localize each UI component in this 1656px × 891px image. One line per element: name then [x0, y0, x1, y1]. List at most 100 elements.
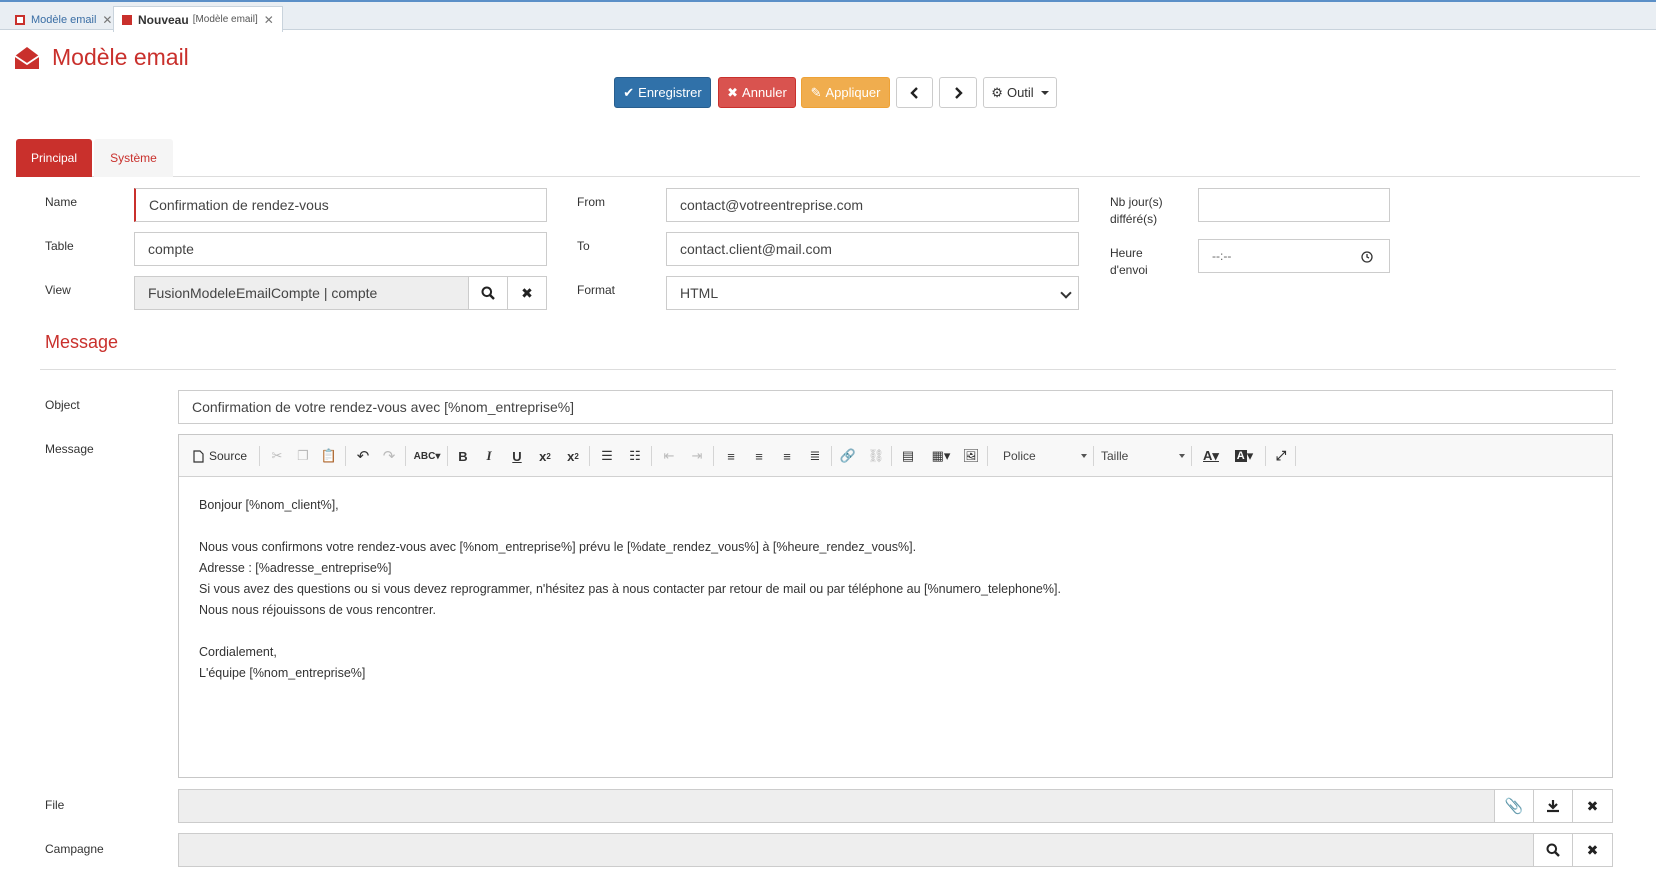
message-section-title: Message	[45, 332, 119, 352]
align-center-icon[interactable]: ≡	[749, 445, 769, 467]
toolbar-separator	[589, 446, 590, 466]
background-color-icon[interactable]: A ▾	[1229, 445, 1259, 467]
message-line: Bonjour [%nom_client%],	[199, 498, 339, 512]
toolbar-separator	[831, 446, 832, 466]
toolbar-separator	[987, 446, 988, 466]
spellcheck-icon[interactable]: ABC▾	[413, 445, 441, 467]
tab-systeme[interactable]: Système	[94, 139, 173, 177]
bold-icon[interactable]: B	[453, 445, 473, 467]
font-family-label: Police	[1003, 449, 1036, 463]
bullet-list-icon[interactable]: ☷	[625, 445, 645, 467]
clear-file-button[interactable]: ✖	[1572, 789, 1613, 823]
delay-label: Nb jour(s) différé(s)	[1110, 194, 1163, 228]
window-tab-modele-email[interactable]: Modèle email ✕	[6, 6, 121, 32]
delay-days-field[interactable]	[1198, 188, 1390, 222]
campaign-field[interactable]	[178, 833, 1534, 867]
edit-icon: ✎	[810, 84, 822, 100]
redo-icon[interactable]: ↷	[379, 445, 399, 467]
close-icon[interactable]: ✕	[264, 13, 274, 27]
format-select[interactable]: HTML	[666, 276, 1079, 310]
image-icon[interactable]: 🖼	[961, 445, 981, 467]
download-icon	[1547, 800, 1559, 813]
close-icon[interactable]: ✕	[102, 13, 112, 27]
message-label: Message	[45, 442, 94, 456]
font-size-select[interactable]: Taille	[1097, 445, 1187, 467]
font-family-select[interactable]: Police	[999, 445, 1089, 467]
to-field[interactable]: contact.client@mail.com	[666, 232, 1079, 266]
envelope-open-icon	[14, 47, 40, 69]
window-tab-nouveau[interactable]: Nouveau [Modèle email] ✕	[113, 6, 283, 32]
from-label: From	[577, 195, 605, 209]
toolbar-separator	[1295, 446, 1296, 466]
campaign-clear-button[interactable]: ✖	[1572, 833, 1613, 867]
subscript-icon[interactable]: x2	[535, 445, 555, 467]
cut-icon[interactable]: ✂	[267, 445, 287, 467]
tool-dropdown-button[interactable]: ⚙ Outil	[983, 77, 1057, 108]
clock-icon[interactable]	[1361, 251, 1373, 263]
attach-file-button[interactable]: 📎	[1494, 789, 1534, 823]
message-line: Si vous avez des questions ou si vous de…	[199, 582, 1061, 596]
unlink-icon[interactable]: ⛓	[865, 445, 887, 467]
toolbar-separator	[1093, 446, 1094, 466]
undo-icon[interactable]: ↶	[353, 445, 373, 467]
toolbar-separator	[651, 446, 652, 466]
message-line: Nous nous réjouissons de vous rencontrer…	[199, 603, 436, 617]
chevron-left-icon	[909, 86, 918, 99]
table-icon[interactable]: ▦▾	[927, 445, 955, 467]
object-label: Object	[45, 398, 80, 412]
italic-icon[interactable]: I	[479, 445, 499, 467]
campaign-search-button[interactable]	[1533, 833, 1573, 867]
toolbar-separator	[1191, 446, 1192, 466]
superscript-icon[interactable]: x2	[563, 445, 583, 467]
source-button[interactable]: Source	[193, 445, 247, 467]
maximize-icon[interactable]: ⤢	[1271, 445, 1291, 467]
message-line	[199, 516, 1061, 537]
next-button[interactable]	[939, 77, 977, 108]
editor-toolbar: Source ✂ ❐ 📋 ↶ ↷ ABC▾ B I U x2 x2 ☰ ☷ ⇤ …	[179, 435, 1612, 477]
paperclip-icon: 📎	[1504, 798, 1524, 815]
text-color-icon[interactable]: A▾	[1197, 445, 1225, 467]
indent-icon[interactable]: ⇥	[687, 445, 707, 467]
name-field[interactable]: Confirmation de rendez-vous	[134, 188, 547, 222]
toolbar-separator	[1265, 446, 1266, 466]
send-time-field[interactable]: --:--	[1198, 239, 1390, 273]
tab-principal[interactable]: Principal	[16, 139, 92, 177]
apply-button[interactable]: ✎ Appliquer	[801, 77, 890, 108]
underline-icon[interactable]: U	[507, 445, 527, 467]
object-field[interactable]: Confirmation de votre rendez-vous avec […	[178, 390, 1613, 424]
from-field[interactable]: contact@votreentreprise.com	[666, 188, 1079, 222]
editor-content[interactable]: Bonjour [%nom_client%], Nous vous confir…	[199, 495, 1061, 684]
format-selected-value: HTML	[680, 285, 719, 301]
link-icon[interactable]: 🔗	[837, 445, 859, 467]
table-field[interactable]: compte	[134, 232, 547, 266]
window-tab-strip: Modèle email ✕ Nouveau [Modèle email] ✕	[0, 0, 1656, 32]
view-clear-button[interactable]: ✖	[507, 276, 547, 310]
apply-button-label: Appliquer	[825, 85, 881, 100]
form-icon	[15, 14, 25, 25]
window-tab-title: Nouveau	[138, 12, 189, 27]
close-icon: ✖	[1586, 841, 1599, 858]
copy-icon[interactable]: ❐	[293, 445, 313, 467]
page-title: Modèle email	[52, 44, 189, 70]
align-justify-icon[interactable]: ≣	[805, 445, 825, 467]
delay-label-line2: différé(s)	[1110, 212, 1158, 226]
view-search-button[interactable]	[468, 276, 508, 310]
message-line: Adresse : [%adresse_entreprise%]	[199, 561, 392, 575]
cancel-button[interactable]: ✖ Annuler	[718, 77, 796, 108]
align-left-icon[interactable]: ≡	[721, 445, 741, 467]
save-button[interactable]: ✔ Enregistrer	[614, 77, 711, 108]
paste-icon[interactable]: 📋	[319, 445, 339, 467]
close-icon: ✖	[521, 284, 533, 301]
tool-button-label: Outil	[1006, 85, 1034, 100]
align-right-icon[interactable]: ≡	[777, 445, 797, 467]
message-line	[199, 621, 1061, 642]
outdent-icon[interactable]: ⇤	[659, 445, 679, 467]
previous-button[interactable]	[896, 77, 933, 108]
view-field[interactable]: FusionModeleEmailCompte | compte	[134, 276, 469, 310]
search-icon	[481, 286, 495, 300]
numbered-list-icon[interactable]: ☰	[597, 445, 617, 467]
toolbar-separator	[405, 446, 406, 466]
download-file-button[interactable]	[1533, 789, 1573, 823]
file-field[interactable]	[178, 789, 1495, 823]
form-field-icon[interactable]: ▤	[897, 445, 919, 467]
